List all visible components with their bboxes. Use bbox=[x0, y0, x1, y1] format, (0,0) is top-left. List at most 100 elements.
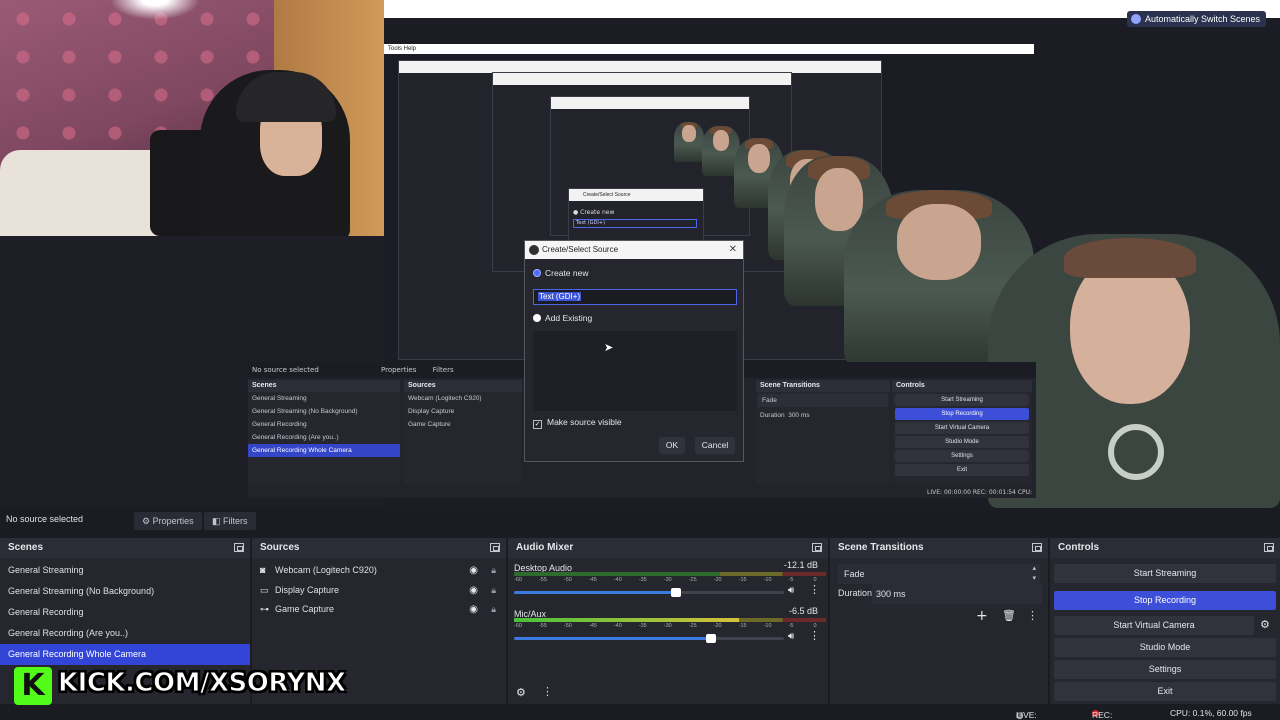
meter-tick-label: -45 bbox=[588, 623, 597, 629]
undock-icon[interactable] bbox=[1032, 543, 1042, 552]
close-icon[interactable]: ✕ bbox=[729, 241, 737, 259]
filter-icon: ◧ bbox=[212, 516, 224, 526]
meter-ticks: -60 -55 -50 -45 -40 -35 -30 -25 -20 -15 -10 -5 0 bbox=[514, 623, 826, 631]
virtual-camera-settings-icon[interactable]: ⚙ bbox=[1260, 618, 1270, 631]
gear-icon: ⚙ bbox=[142, 516, 153, 526]
scene-transitions-header: Scene Transitions bbox=[830, 538, 1048, 558]
inner-controls-panel: Controls Start Streaming Stop Recording … bbox=[892, 380, 1032, 484]
ok-button[interactable]: OK bbox=[659, 437, 685, 454]
inner-scenes-panel: Scenes General Streaming General Streami… bbox=[248, 380, 400, 484]
add-icon[interactable]: + bbox=[976, 608, 988, 624]
dialog-titlebar[interactable]: Create/Select Source ✕ bbox=[525, 241, 743, 259]
scene-item-selected[interactable]: General Recording Whole Camera bbox=[0, 644, 250, 665]
create-select-source-dialog[interactable]: Create/Select Source ✕ Create new Text (… bbox=[524, 240, 744, 462]
duration-input[interactable]: 300 ms bbox=[872, 584, 1042, 604]
make-visible-checkbox[interactable]: ✓ Make source visible bbox=[533, 417, 622, 429]
mixer-channel-desktop: Desktop Audio -12.1 dB -60 -55 -50 -45 -40 -3… bbox=[508, 558, 828, 604]
meter-tick-label: -10 bbox=[763, 577, 772, 583]
meter-tick-label: -35 bbox=[638, 623, 647, 629]
meter-tick-label: -5 bbox=[788, 623, 794, 629]
meter-tick-label: -55 bbox=[538, 577, 547, 583]
cancel-button[interactable]: Cancel bbox=[695, 437, 735, 454]
speaker-icon[interactable]: 🔊︎ bbox=[788, 631, 794, 642]
lock-icon[interactable]: 🔒︎ bbox=[491, 600, 496, 620]
preview-canvas[interactable]: Automatically Switch Scenes Tools Help C… bbox=[0, 0, 1280, 508]
undock-icon[interactable] bbox=[1264, 543, 1274, 552]
obs-logo-icon bbox=[529, 245, 539, 255]
meter-tick-label: -10 bbox=[763, 623, 772, 629]
existing-sources-list[interactable] bbox=[533, 331, 737, 411]
lock-icon[interactable]: 🔒︎ bbox=[491, 581, 496, 601]
kebab-menu-icon[interactable]: ⋮ bbox=[1027, 609, 1038, 622]
scene-item[interactable]: General Streaming bbox=[0, 560, 250, 581]
source-toolbar: No source selected ⚙ Properties ◧ Filter… bbox=[0, 510, 1280, 532]
meter-tick-label: -60 bbox=[514, 623, 522, 629]
eye-icon[interactable]: ◉ bbox=[469, 561, 478, 581]
meter-tick-label: -45 bbox=[588, 577, 597, 583]
settings-button[interactable]: Settings bbox=[1054, 660, 1276, 679]
meter-tick-label: -30 bbox=[663, 577, 672, 583]
source-name-input[interactable]: Text (GDI+) bbox=[533, 289, 737, 305]
volume-meter bbox=[514, 618, 826, 622]
add-existing-radio[interactable]: Add Existing bbox=[533, 313, 592, 323]
recursive-face bbox=[674, 122, 704, 162]
inner-status: LIVE: 00:00:00 REC: 00:01:54 CPU: bbox=[927, 489, 1032, 496]
source-item[interactable]: ⊶ Game Capture ◉ 🔒︎ bbox=[252, 600, 506, 620]
auto-switch-icon bbox=[1130, 14, 1141, 24]
mixer-channel-mic: Mic/Aux -6.5 dB -60 -55 -50 -45 -40 -35 -30 -25… bbox=[508, 604, 828, 650]
speaker-icon[interactable]: 🔊︎ bbox=[788, 585, 794, 596]
scene-item[interactable]: General Streaming (No Background) bbox=[0, 581, 250, 602]
meter-tick-label: -25 bbox=[688, 623, 697, 629]
controls-dock: Controls Start Streaming Stop Recording … bbox=[1050, 538, 1280, 704]
exit-button[interactable]: Exit bbox=[1054, 682, 1276, 701]
scene-item[interactable]: General Recording bbox=[0, 602, 250, 623]
source-item[interactable]: ▭ Display Capture ◉ 🔒︎ bbox=[252, 581, 506, 601]
studio-mode-button[interactable]: Studio Mode bbox=[1054, 638, 1276, 657]
inner-menubar: Tools Help bbox=[384, 44, 1034, 54]
auto-switch-badge[interactable]: Automatically Switch Scenes bbox=[1126, 11, 1266, 27]
filters-button[interactable]: ◧ Filters bbox=[204, 512, 256, 530]
transition-select[interactable]: Fade ▴ ▾ bbox=[838, 564, 1040, 584]
scenes-header: Scenes bbox=[0, 538, 250, 558]
source-item[interactable]: ◙ Webcam (Logitech C920) ◉ 🔒︎ bbox=[252, 561, 506, 581]
inner-transitions-panel: Scene Transitions Fade Duration 300 ms bbox=[756, 380, 890, 484]
kebab-menu-icon[interactable]: ⋮ bbox=[809, 629, 820, 642]
meter-tick-label: -55 bbox=[538, 623, 547, 629]
controls-header: Controls bbox=[1050, 538, 1280, 558]
lock-icon[interactable]: 🔒︎ bbox=[491, 561, 496, 581]
eye-icon[interactable]: ◉ bbox=[469, 581, 478, 601]
meter-ticks: -60 -55 -50 -45 -40 -35 -30 -25 -20 -15 -10 -5 0 bbox=[514, 577, 826, 585]
meter-tick-label: -20 bbox=[713, 577, 722, 583]
kick-logo-icon: K bbox=[14, 667, 52, 705]
volume-slider[interactable] bbox=[514, 588, 784, 597]
undock-icon[interactable] bbox=[234, 543, 244, 552]
scene-item[interactable]: General Recording (Are you..) bbox=[0, 623, 250, 644]
eye-icon[interactable]: ◉ bbox=[469, 600, 478, 620]
meter-tick-label: -40 bbox=[613, 623, 622, 629]
audio-mixer-dock: Audio Mixer Desktop Audio -12.1 dB -60 -5… bbox=[508, 538, 828, 704]
audio-mixer-header: Audio Mixer bbox=[508, 538, 828, 558]
start-streaming-button[interactable]: Start Streaming bbox=[1054, 564, 1276, 583]
kick-url-text: KICK.COM/XSORYNX bbox=[58, 668, 347, 699]
kebab-menu-icon[interactable]: ⋮ bbox=[809, 583, 820, 596]
meter-tick-label: -5 bbox=[788, 577, 794, 583]
meter-tick-label: -20 bbox=[713, 623, 722, 629]
stop-recording-button[interactable]: Stop Recording bbox=[1054, 591, 1276, 610]
undock-icon[interactable] bbox=[490, 543, 500, 552]
start-virtual-camera-button[interactable]: Start Virtual Camera bbox=[1054, 616, 1254, 635]
create-new-radio[interactable]: Create new bbox=[533, 268, 588, 278]
meter-tick-label: -40 bbox=[613, 577, 622, 583]
properties-button[interactable]: ⚙ Properties bbox=[134, 512, 202, 530]
no-source-label: No source selected bbox=[6, 514, 84, 524]
cpu-status: CPU: 0.1%, 60.00 fps bbox=[1170, 708, 1252, 718]
meter-tick-label: -30 bbox=[663, 623, 672, 629]
mixer-menu-icon[interactable]: ⋮ bbox=[542, 685, 553, 698]
volume-slider[interactable] bbox=[514, 634, 784, 643]
volume-meter bbox=[514, 572, 826, 576]
undock-icon[interactable] bbox=[812, 543, 822, 552]
meter-tick-label: -15 bbox=[738, 577, 747, 583]
scene-transitions-dock: Scene Transitions Fade ▴ ▾ Duration 300 ms… bbox=[830, 538, 1048, 704]
trash-icon[interactable]: 🗑︎ bbox=[1002, 609, 1016, 622]
mixer-settings-icon[interactable]: ⚙ bbox=[516, 686, 526, 699]
meter-tick-label: -50 bbox=[563, 623, 572, 629]
